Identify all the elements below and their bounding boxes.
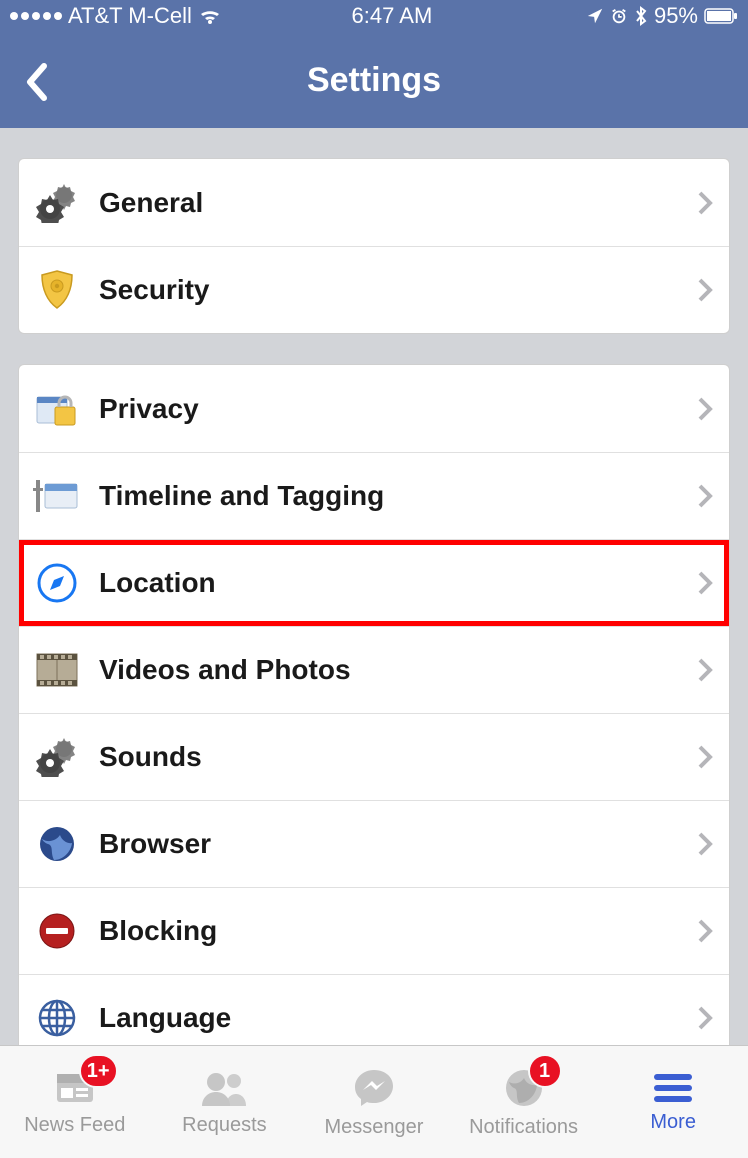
globe-wire-icon: [31, 992, 83, 1044]
globe-icon: [31, 818, 83, 870]
row-label: Browser: [99, 828, 697, 860]
hamburger-icon: [652, 1071, 694, 1105]
battery-percent: 95%: [654, 3, 698, 29]
page-title: Settings: [307, 61, 441, 100]
row-location[interactable]: Location: [19, 539, 729, 626]
row-timeline[interactable]: Timeline and Tagging: [19, 452, 729, 539]
timeline-icon: [31, 470, 83, 522]
chevron-right-icon: [697, 396, 713, 422]
chevron-right-icon: [697, 831, 713, 857]
tab-requests[interactable]: Requests: [150, 1046, 300, 1158]
privacy-lock-icon: [31, 383, 83, 435]
gears-icon: [31, 731, 83, 783]
row-label: Security: [99, 274, 697, 306]
chevron-right-icon: [697, 277, 713, 303]
status-left: AT&T M-Cell: [10, 3, 222, 29]
row-security[interactable]: Security: [19, 246, 729, 333]
tab-label: Messenger: [325, 1116, 424, 1139]
status-time: 6:47 AM: [352, 3, 433, 29]
tab-label: Notifications: [469, 1116, 578, 1139]
signal-dots-icon: [10, 12, 62, 20]
tab-label: More: [650, 1111, 696, 1134]
row-label: General: [99, 187, 697, 219]
row-label: Language: [99, 1002, 697, 1034]
nav-bar: Settings: [0, 32, 748, 128]
tab-messenger[interactable]: Messenger: [299, 1046, 449, 1158]
settings-group-1: General Security: [18, 158, 730, 334]
moon-icon: [562, 7, 580, 25]
badge: 1+: [79, 1054, 118, 1088]
row-label: Location: [99, 567, 697, 599]
chevron-right-icon: [697, 918, 713, 944]
row-blocking[interactable]: Blocking: [19, 887, 729, 974]
status-right: 95%: [562, 3, 738, 29]
chevron-right-icon: [697, 190, 713, 216]
chevron-right-icon: [697, 483, 713, 509]
settings-group-2: Privacy Timeline and Tagging Location: [18, 364, 730, 1062]
wifi-icon: [198, 6, 222, 26]
badge: 1: [528, 1054, 562, 1088]
app-header: AT&T M-Cell 6:47 AM 95% Settings: [0, 0, 748, 128]
back-button[interactable]: [24, 60, 64, 100]
row-label: Privacy: [99, 393, 697, 425]
row-general[interactable]: General: [19, 159, 729, 246]
chevron-right-icon: [697, 1005, 713, 1031]
row-label: Timeline and Tagging: [99, 480, 697, 512]
carrier-label: AT&T M-Cell: [68, 3, 192, 29]
people-icon: [198, 1068, 250, 1108]
row-browser[interactable]: Browser: [19, 800, 729, 887]
chevron-right-icon: [697, 570, 713, 596]
filmstrip-icon: [31, 644, 83, 696]
row-sounds[interactable]: Sounds: [19, 713, 729, 800]
row-label: Videos and Photos: [99, 654, 697, 686]
tab-notifications[interactable]: 1 Notifications: [449, 1046, 599, 1158]
tab-label: Requests: [182, 1114, 267, 1137]
battery-icon: [704, 8, 738, 24]
tab-more[interactable]: More: [598, 1046, 748, 1158]
tab-bar: 1+ News Feed Requests Messenger 1 Notifi…: [0, 1045, 748, 1158]
shield-icon: [31, 264, 83, 316]
row-videos[interactable]: Videos and Photos: [19, 626, 729, 713]
tab-label: News Feed: [24, 1114, 125, 1137]
row-privacy[interactable]: Privacy: [19, 365, 729, 452]
block-icon: [31, 905, 83, 957]
row-label: Sounds: [99, 741, 697, 773]
chevron-right-icon: [697, 657, 713, 683]
location-arrow-icon: [586, 7, 604, 25]
row-label: Blocking: [99, 915, 697, 947]
chevron-right-icon: [697, 744, 713, 770]
messenger-icon: [351, 1066, 397, 1110]
status-bar: AT&T M-Cell 6:47 AM 95%: [0, 0, 748, 32]
settings-content: General Security Privacy: [0, 158, 748, 1062]
tab-newsfeed[interactable]: 1+ News Feed: [0, 1046, 150, 1158]
bluetooth-icon: [634, 6, 648, 26]
alarm-icon: [610, 7, 628, 25]
gears-icon: [31, 177, 83, 229]
compass-icon: [31, 557, 83, 609]
